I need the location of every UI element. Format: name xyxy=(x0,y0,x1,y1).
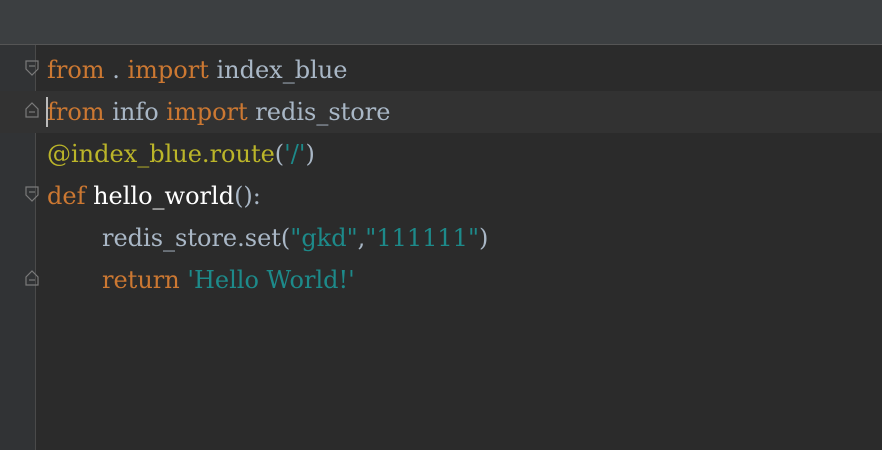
text-caret xyxy=(46,97,48,127)
module-name: info xyxy=(104,98,167,126)
code-line-3[interactable]: @index_blue.route('/') xyxy=(0,133,882,175)
code-line-2[interactable]: from info import redis_store xyxy=(0,91,882,133)
paren-close: ) xyxy=(305,140,315,168)
code-text: return 'Hello World!' xyxy=(47,259,355,301)
code-text: redis_store.set("gkd","111111") xyxy=(47,217,488,259)
code-line-6[interactable]: return 'Hello World!' xyxy=(0,259,882,301)
keyword-import: import xyxy=(166,98,248,126)
keyword-import: import xyxy=(127,56,209,84)
keyword-return: return xyxy=(102,266,180,294)
fold-collapse-icon[interactable] xyxy=(25,60,39,76)
function-name: hello_world xyxy=(93,182,235,210)
keyword-def: def xyxy=(47,182,86,210)
decorator: @index_blue.route xyxy=(47,140,275,168)
string-literal: "111111" xyxy=(365,224,479,252)
paren-open: ( xyxy=(274,140,285,168)
method-call: redis_store.set( xyxy=(102,224,291,252)
string-literal: 'Hello World!' xyxy=(187,266,355,294)
code-line-4[interactable]: def hello_world(): xyxy=(0,175,882,217)
code-line-1[interactable]: from . import index_blue xyxy=(0,49,882,91)
fold-collapse-icon[interactable] xyxy=(25,186,39,202)
fold-end-icon[interactable] xyxy=(25,102,39,118)
code-text: from info import redis_store xyxy=(47,91,390,133)
editor-tab-bar xyxy=(0,0,882,45)
import-name: redis_store xyxy=(247,98,391,126)
import-name: index_blue xyxy=(208,56,348,84)
string-literal: "gkd" xyxy=(290,224,358,252)
code-text: from . import index_blue xyxy=(47,49,347,91)
code-text: @index_blue.route('/') xyxy=(47,133,315,175)
fold-end-icon[interactable] xyxy=(25,270,39,286)
module-dot: . xyxy=(104,56,128,84)
keyword-from: from xyxy=(47,56,105,84)
code-line-5[interactable]: redis_store.set("gkd","111111") xyxy=(0,217,882,259)
function-params: (): xyxy=(234,182,261,210)
string-literal: '/' xyxy=(284,140,306,168)
keyword-from: from xyxy=(47,98,105,126)
code-text: def hello_world(): xyxy=(47,175,261,217)
paren-close: ) xyxy=(478,224,489,252)
